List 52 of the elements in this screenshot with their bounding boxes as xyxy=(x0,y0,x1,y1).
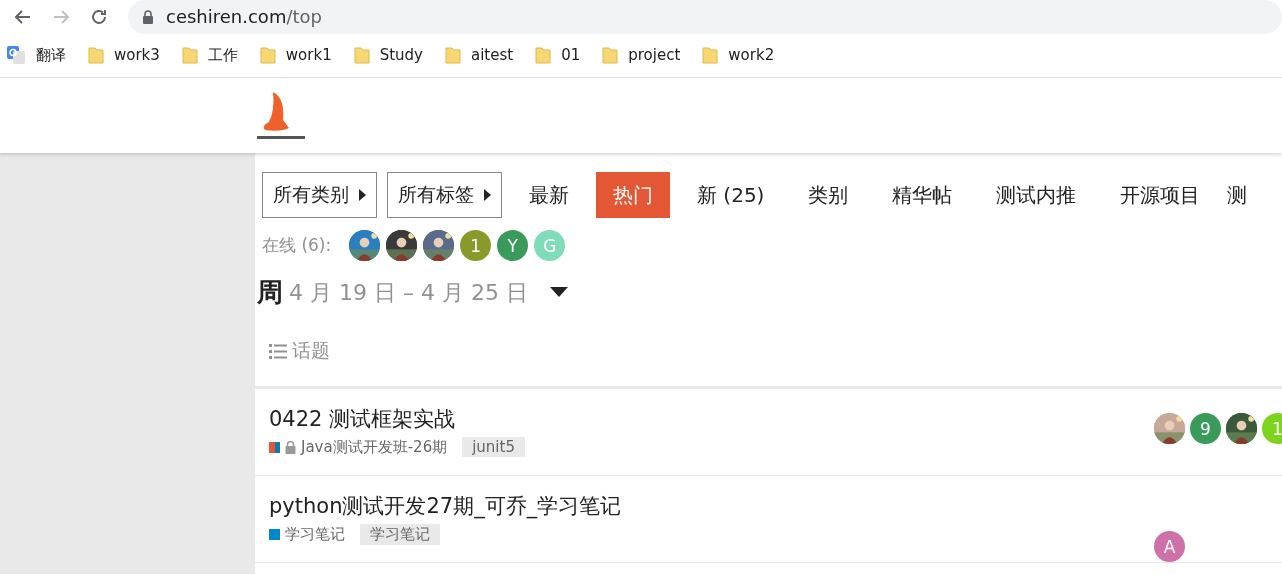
bookmark[interactable]: work2 xyxy=(702,46,775,64)
lock-icon xyxy=(142,9,154,24)
nav-tab[interactable]: 开源项目 xyxy=(1103,172,1218,218)
bookmark[interactable]: 工作 xyxy=(181,45,238,65)
topic-title[interactable]: 0422 测试框架实战 xyxy=(269,407,456,431)
list-icon xyxy=(269,343,287,359)
caret-icon xyxy=(359,189,366,201)
folder-icon xyxy=(445,46,461,64)
bookmark[interactable]: 翻译 xyxy=(6,45,66,65)
online-label: 在线 (6): xyxy=(262,234,332,257)
topic-title[interactable]: python测试开发27期_可乔_学习笔记 xyxy=(269,494,622,518)
category-link[interactable]: Java测试开发班-26期 xyxy=(301,437,448,457)
topic-row[interactable]: python测试开发27期_可乔_学习笔记 学习笔记 学习笔记 A xyxy=(255,476,1282,563)
address-bar[interactable]: ceshiren.com/top xyxy=(128,0,1282,34)
bookmark[interactable]: work1 xyxy=(259,46,332,64)
nav-tab[interactable]: 测 xyxy=(1227,172,1248,218)
bookmark[interactable]: work3 xyxy=(88,46,160,64)
folder-icon xyxy=(181,46,198,64)
bookmark[interactable]: Study xyxy=(353,46,423,64)
date-range: 4 月 19 日 – 4 月 25 日 xyxy=(289,278,528,307)
folder-icon xyxy=(88,46,104,64)
period-unit[interactable]: 周 xyxy=(257,275,283,310)
url-path: /top xyxy=(286,6,322,27)
url-host: ceshiren.com xyxy=(166,6,287,27)
avatar[interactable]: Y xyxy=(497,230,529,261)
nav-tab[interactable]: 精华帖 xyxy=(875,172,970,218)
bookmark[interactable]: 01 xyxy=(535,46,581,64)
caret-icon xyxy=(484,189,491,201)
folder-icon xyxy=(535,46,552,64)
avatar[interactable]: 9 xyxy=(1190,413,1221,444)
filter-dropdown[interactable]: 所有标签 xyxy=(387,172,502,218)
nav-tab[interactable]: 测试内推 xyxy=(979,172,1094,218)
bookmark[interactable]: aitest xyxy=(445,46,514,64)
topic-row[interactable]: 0422 测试框架实战 Java测试开发班-26期 junit5 9 1 xyxy=(255,389,1282,476)
folder-icon xyxy=(602,46,619,64)
nav-tab[interactable]: 热门 xyxy=(596,172,670,218)
topics-heading: 话题 xyxy=(292,338,330,363)
folder-icon xyxy=(259,46,276,64)
translate-icon xyxy=(6,45,26,65)
folder-icon xyxy=(702,46,719,64)
nav-tab[interactable]: 新 (25) xyxy=(680,172,782,218)
lock-icon xyxy=(285,440,296,454)
filter-dropdown[interactable]: 所有类别 xyxy=(262,172,377,218)
bookmark[interactable]: project xyxy=(602,46,681,64)
caret-icon[interactable] xyxy=(549,286,568,299)
nav-tab[interactable]: 最新 xyxy=(512,172,586,218)
topic-tag[interactable]: 学习笔记 xyxy=(360,524,440,545)
nav-tab[interactable]: 类别 xyxy=(791,172,866,218)
topic-tag[interactable]: junit5 xyxy=(462,437,525,457)
logo[interactable] xyxy=(255,89,307,142)
category-link[interactable]: 学习笔记 xyxy=(285,525,345,544)
folder-icon xyxy=(353,46,370,64)
